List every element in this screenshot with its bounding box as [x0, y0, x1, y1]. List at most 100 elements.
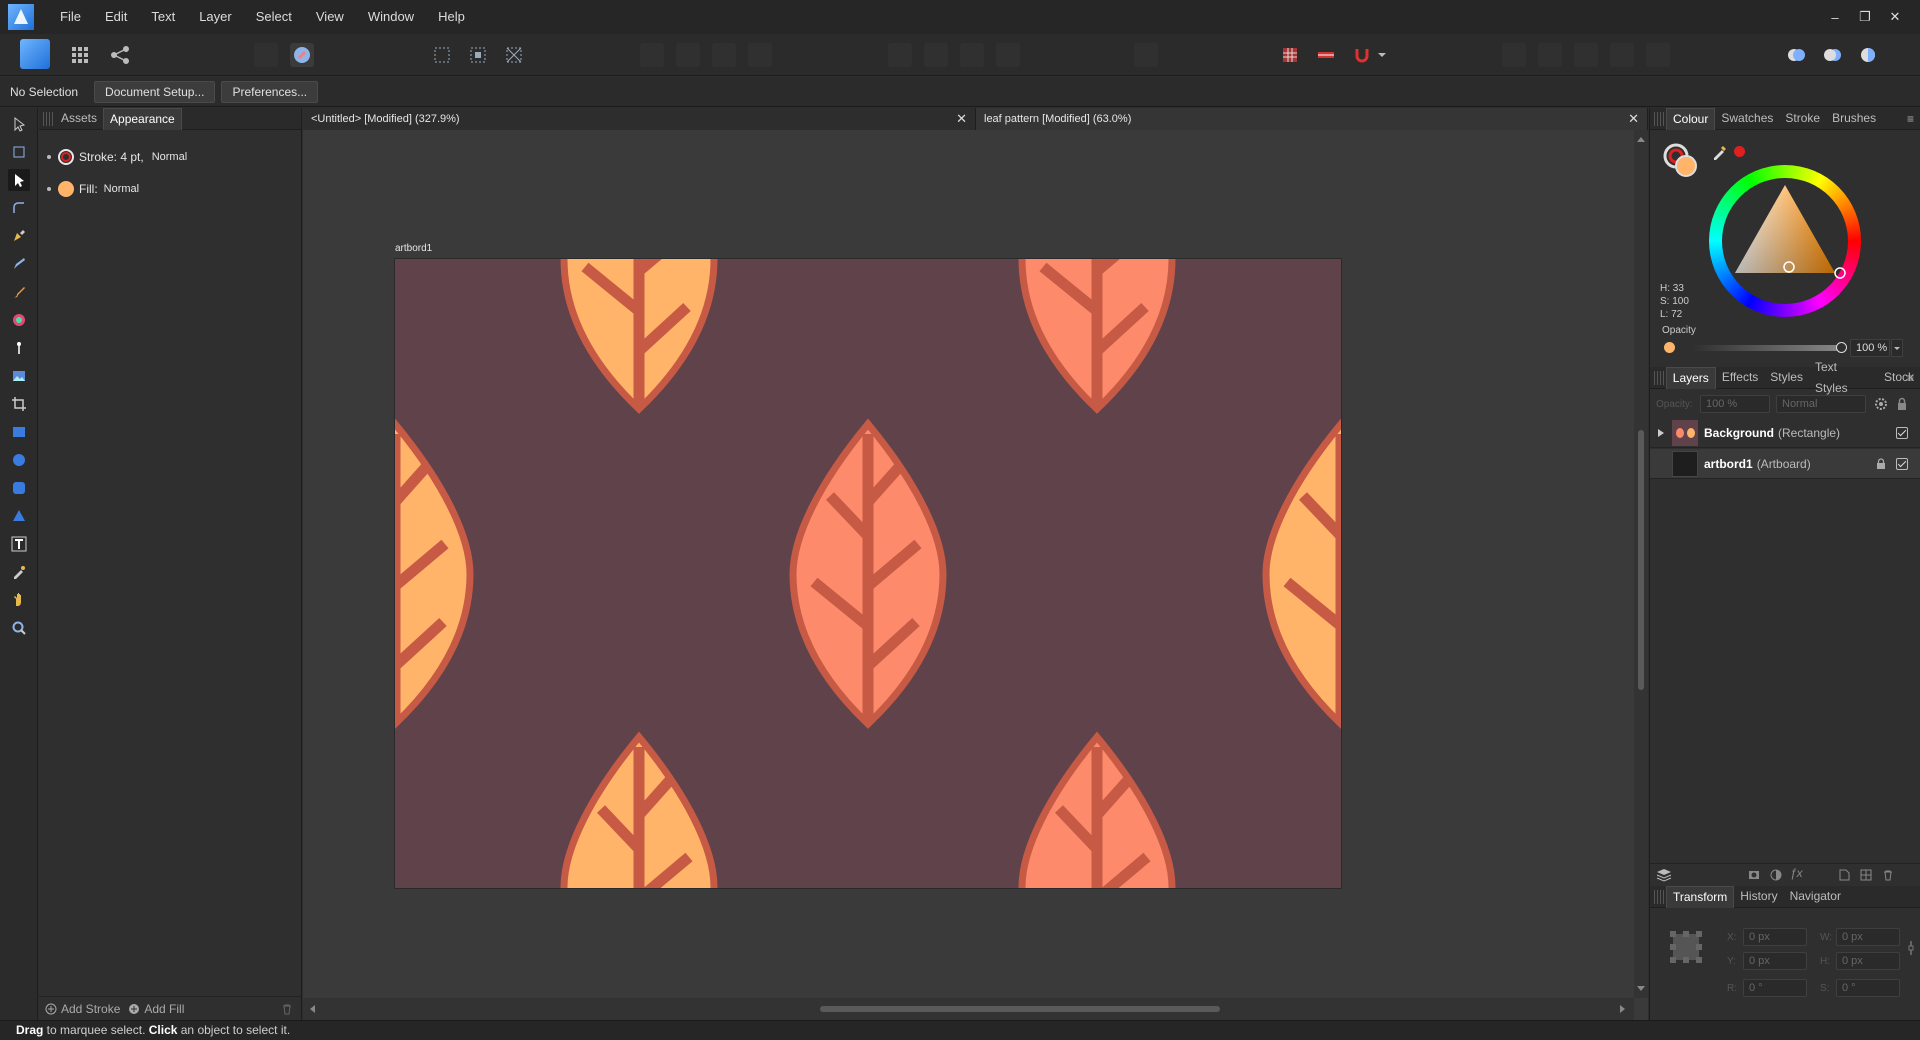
horizontal-scroll-thumb[interactable]	[820, 1006, 1220, 1012]
zoom-tool-icon[interactable]	[8, 617, 30, 639]
menu-text[interactable]: Text	[139, 0, 187, 34]
close-button[interactable]: ✕	[1880, 9, 1910, 25]
y-position-input[interactable]: 0 px	[1743, 952, 1807, 970]
rotate-right-icon[interactable]	[996, 43, 1020, 67]
scroll-left-icon[interactable]	[307, 1002, 317, 1016]
leaf-top-left[interactable]	[564, 259, 714, 409]
share-icon[interactable]	[108, 43, 132, 67]
trash-icon[interactable]	[281, 1003, 293, 1015]
app-logo-icon[interactable]	[8, 4, 34, 30]
boolean-add-icon[interactable]	[640, 43, 664, 67]
ellipse-tool-icon[interactable]	[8, 449, 30, 471]
pen-tool-icon[interactable]	[8, 225, 30, 247]
leaf-bottom-right[interactable]	[1022, 737, 1172, 888]
tab-appearance[interactable]: Appearance	[103, 107, 182, 130]
visibility-checkbox[interactable]	[1896, 458, 1908, 470]
assistant-icon[interactable]	[290, 43, 314, 67]
insert-inside-icon[interactable]	[1574, 43, 1598, 67]
transparency-tool-icon[interactable]	[8, 337, 30, 359]
menu-window[interactable]: Window	[356, 0, 426, 34]
artboard-canvas[interactable]	[395, 259, 1341, 888]
insert-below-icon[interactable]	[1646, 43, 1670, 67]
leaf-top-right[interactable]	[1022, 259, 1172, 409]
shear-input[interactable]: 0 °	[1836, 979, 1900, 997]
close-tab-icon[interactable]: ✕	[956, 108, 967, 130]
menu-file[interactable]: File	[48, 0, 93, 34]
add-pixel-layer-icon[interactable]	[1838, 869, 1850, 881]
move-tool-icon[interactable]	[8, 113, 30, 135]
vector-brush-icon[interactable]	[8, 281, 30, 303]
artboard-tool-icon[interactable]	[8, 141, 30, 163]
leaf-bottom-left[interactable]	[564, 737, 714, 888]
tab-navigator[interactable]: Navigator	[1784, 886, 1847, 907]
panel-grip-icon[interactable]	[1654, 370, 1666, 385]
stroke-row[interactable]: Stroke: 4 pt, Normal	[47, 148, 187, 166]
pencil-tool-icon[interactable]	[8, 253, 30, 275]
arrange-front-icon[interactable]	[1784, 43, 1808, 67]
minimize-button[interactable]: –	[1820, 10, 1850, 25]
x-position-input[interactable]: 0 px	[1743, 928, 1807, 946]
horizontal-scrollbar[interactable]	[303, 998, 1634, 1020]
layer-row-background[interactable]: Background (Rectangle)	[1650, 418, 1920, 448]
rotate-left-icon[interactable]	[960, 43, 984, 67]
boolean-intersect-icon[interactable]	[712, 43, 736, 67]
add-fill-button[interactable]: Add Fill	[128, 1002, 184, 1016]
designer-persona-icon[interactable]	[20, 39, 50, 69]
leaf-right-edge[interactable]	[1266, 424, 1341, 724]
grid-snapping-icon[interactable]	[1278, 43, 1302, 67]
tab-effects[interactable]: Effects	[1716, 367, 1764, 388]
move-forward-icon[interactable]	[254, 43, 278, 67]
insert-behind-icon[interactable]	[1502, 43, 1526, 67]
tab-stroke[interactable]: Stroke	[1779, 108, 1826, 129]
eyedropper-icon[interactable]	[1712, 144, 1728, 160]
panel-grip-icon[interactable]	[1654, 111, 1666, 126]
menu-view[interactable]: View	[304, 0, 356, 34]
layer-blend-mode-dropdown[interactable]: Normal	[1776, 395, 1866, 413]
tab-brushes[interactable]: Brushes	[1826, 108, 1882, 129]
layer-row-artboard[interactable]: artbord1 (Artboard)	[1650, 449, 1920, 479]
boolean-subtract-icon[interactable]	[676, 43, 700, 67]
fill-row[interactable]: Fill: Normal	[47, 180, 139, 198]
tab-transform[interactable]: Transform	[1666, 885, 1735, 908]
fx-icon[interactable]: ƒx	[1790, 866, 1803, 880]
flip-vertical-icon[interactable]	[924, 43, 948, 67]
align-icon[interactable]	[1134, 43, 1158, 67]
preferences-button[interactable]: Preferences...	[221, 80, 319, 103]
snap-bounds-icon[interactable]	[466, 43, 490, 67]
width-input[interactable]: 0 px	[1836, 928, 1900, 946]
arrange-back-icon[interactable]	[1820, 43, 1844, 67]
vertical-scroll-thumb[interactable]	[1638, 430, 1644, 690]
close-tab-icon[interactable]: ✕	[1628, 108, 1639, 130]
leaf-center[interactable]	[793, 424, 943, 724]
scroll-down-icon[interactable]	[1634, 984, 1648, 994]
hand-tool-icon[interactable]	[8, 589, 30, 611]
mask-icon[interactable]	[1748, 869, 1760, 881]
scroll-up-icon[interactable]	[1634, 134, 1648, 144]
snap-to-grid-icon[interactable]	[430, 43, 454, 67]
document-setup-button[interactable]: Document Setup...	[94, 80, 216, 103]
artistic-text-tool-icon[interactable]	[8, 533, 30, 555]
stroke-swatch-icon[interactable]	[57, 148, 75, 166]
snap-guides-icon[interactable]	[1314, 43, 1338, 67]
fill-swatch-icon[interactable]	[57, 180, 75, 198]
adjustment-icon[interactable]	[1770, 869, 1782, 881]
trash-icon[interactable]	[1882, 869, 1894, 881]
leaf-left-edge[interactable]	[395, 424, 470, 724]
insert-above-icon[interactable]	[1610, 43, 1634, 67]
anchor-point-selector-icon[interactable]	[1668, 929, 1704, 965]
tab-styles[interactable]: Styles	[1764, 367, 1809, 388]
node-tool-icon[interactable]	[8, 169, 30, 191]
menu-select[interactable]: Select	[244, 0, 304, 34]
opacity-slider-handle[interactable]	[1836, 342, 1847, 353]
panel-grip-icon[interactable]	[43, 111, 55, 126]
panel-grip-icon[interactable]	[1654, 889, 1666, 904]
color-picker-icon[interactable]	[8, 561, 30, 583]
panel-menu-icon[interactable]: ≡	[1907, 371, 1914, 385]
fill-blend-mode[interactable]: Normal	[104, 183, 139, 195]
panel-menu-icon[interactable]: ≡	[1907, 112, 1914, 126]
insert-top-icon[interactable]	[1538, 43, 1562, 67]
crop-tool-icon[interactable]	[8, 393, 30, 415]
tab-assets[interactable]: Assets	[55, 108, 103, 129]
restore-button[interactable]: ❐	[1850, 9, 1880, 25]
place-image-icon[interactable]	[8, 365, 30, 387]
